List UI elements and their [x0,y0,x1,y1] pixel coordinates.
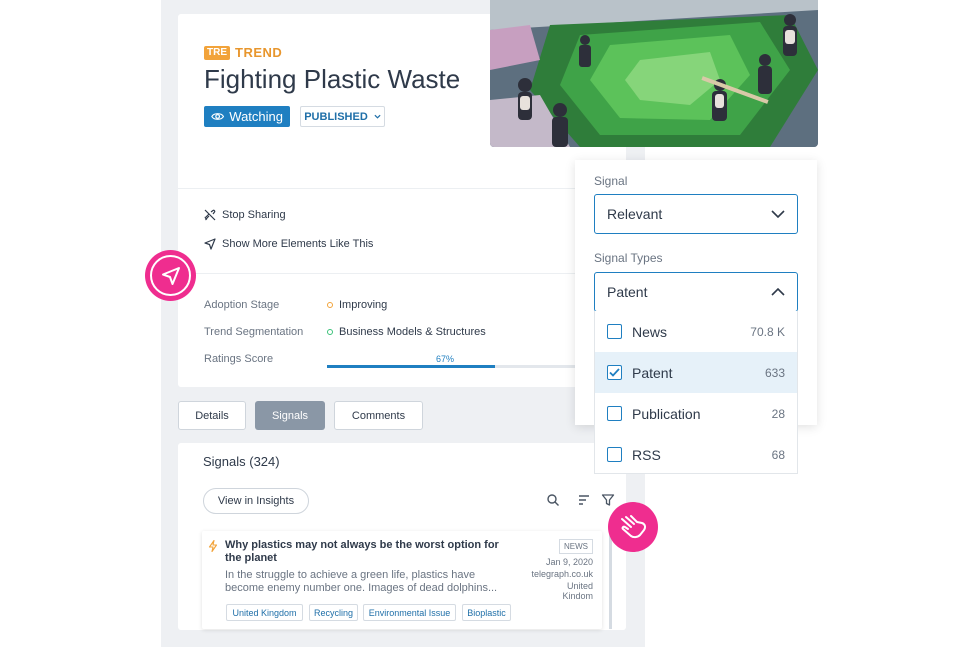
adoption-stage-text: Improving [339,299,388,311]
link-off-icon [204,209,216,221]
eye-icon [211,113,225,120]
option-count: 68 [771,447,785,462]
trend-type-badge: TRE TREND [204,45,282,60]
watching-button[interactable]: Watching [204,106,290,127]
signal-select[interactable]: Relevant [594,194,798,234]
signal-excerpt: In the struggle to achieve a green life,… [225,569,498,594]
trend-hero-image [490,0,818,147]
app-stage: TRE TREND Fighting Plastic Waste Watchin… [0,0,980,650]
ratings-score-value: 67% [436,354,455,364]
share-callout-ring [150,255,191,296]
checkbox-checked[interactable] [607,365,622,380]
sort-icon[interactable] [577,493,591,507]
trend-segmentation-text: Business Models & Structures [339,326,486,338]
signal-type-option-rss[interactable]: RSS 68 [595,434,797,475]
signal-types-select[interactable]: Patent [594,272,798,312]
tab-comments[interactable]: Comments [334,401,423,430]
send-icon [204,238,216,250]
show-more-label: Show More Elements Like This [222,238,374,250]
signal-types-options: News 70.8 K Patent 633 Publication 28 RS… [594,311,798,474]
trend-segmentation-value: Business Models & Structures [327,326,486,338]
signal-tag[interactable]: United Kingdom [226,604,303,621]
signal-date: Jan 9, 2020 [545,557,593,567]
option-label: Patent [632,364,673,381]
show-more-action[interactable]: Show More Elements Like This [204,238,373,250]
signal-filter-label: Signal [594,174,628,188]
view-in-insights-button[interactable]: View in Insights [203,488,309,514]
adoption-status-dot [327,302,333,308]
divider [178,188,626,189]
tab-signals[interactable]: Signals [255,401,325,430]
option-label: Publication [632,405,701,422]
page-title: Fighting Plastic Waste [204,64,461,94]
checkbox[interactable] [607,406,622,421]
signal-tag[interactable]: Recycling [309,604,358,621]
divider [178,273,626,274]
chevron-down-icon [771,210,785,218]
option-label: RSS [632,446,661,463]
chevron-up-icon [771,288,785,296]
ratings-progress-bar [327,365,577,368]
checkbox[interactable] [607,324,622,339]
status-dropdown[interactable]: PUBLISHED [300,106,385,127]
segmentation-status-dot [327,329,333,335]
checkmark-icon [609,368,620,377]
trend-badge-label: TREND [235,45,283,60]
option-count: 70.8 K [750,324,785,339]
click-callout [608,502,658,552]
signal-tag[interactable]: Environmental Issue [363,604,456,621]
adoption-stage-label: Adoption Stage [204,299,280,311]
watching-label: Watching [229,109,283,124]
tab-details[interactable]: Details [178,401,246,430]
signal-type-option-publication[interactable]: Publication 28 [595,393,797,434]
signal-type-badge: NEWS [559,539,593,554]
lightning-icon [208,540,218,552]
chevron-down-icon [374,114,381,119]
signal-types-select-value: Patent [607,284,648,300]
trend-segmentation-label: Trend Segmentation [204,326,304,338]
signal-country-line2: Kindom [562,591,593,601]
ratings-score-label: Ratings Score [204,353,274,365]
signal-type-option-patent[interactable]: Patent 633 [595,352,797,393]
signals-scrollbar[interactable] [609,531,612,629]
share-callout [145,250,196,301]
stop-sharing-action[interactable]: Stop Sharing [204,209,286,221]
signal-select-value: Relevant [607,206,663,222]
signal-tag[interactable]: Bioplastic [462,604,511,621]
option-label: News [632,323,668,340]
signal-type-option-news[interactable]: News 70.8 K [595,311,797,352]
signal-title[interactable]: Why plastics may not always be the worst… [225,539,510,565]
option-count: 28 [771,406,785,421]
checkbox[interactable] [607,447,622,462]
adoption-stage-value: Improving [327,299,387,311]
ratings-progress-fill [327,365,495,368]
trend-badge-chip: TRE [204,45,230,60]
signal-types-label: Signal Types [594,251,663,265]
filter-icon[interactable] [601,493,615,507]
signals-heading: Signals (324) [203,454,280,469]
send-icon [161,266,180,285]
stop-sharing-label: Stop Sharing [222,209,286,221]
option-count: 633 [764,365,785,380]
signal-source: telegraph.co.uk [531,569,593,579]
search-icon[interactable] [546,493,560,507]
hand-pointer-icon [621,515,647,539]
status-label: PUBLISHED [304,110,368,123]
